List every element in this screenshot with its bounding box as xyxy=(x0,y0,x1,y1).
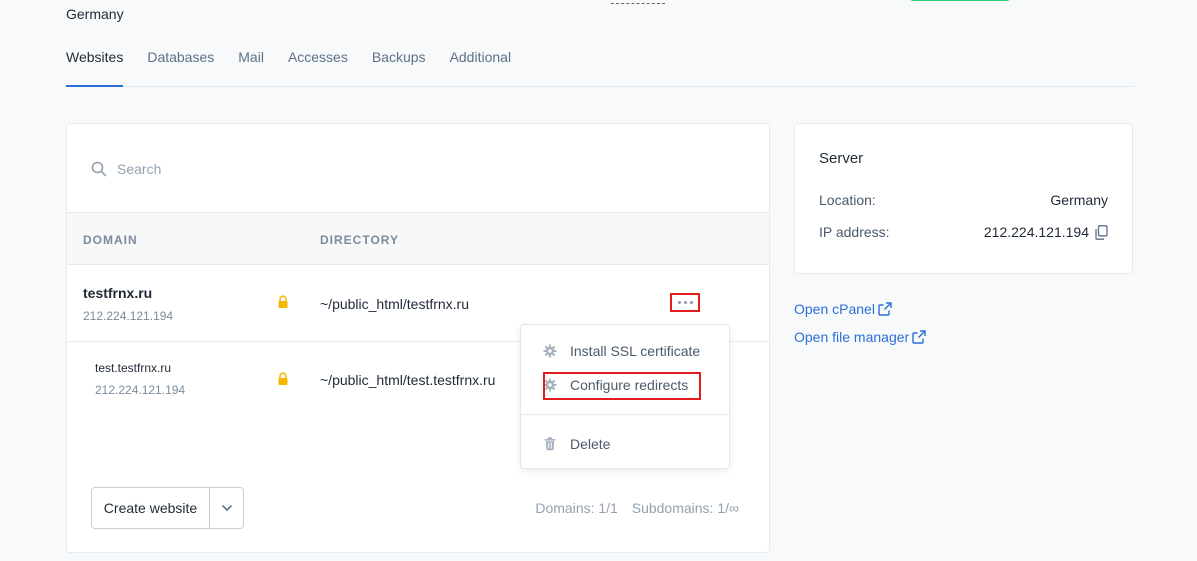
search-icon xyxy=(91,161,107,177)
menu-item-delete[interactable]: Delete xyxy=(543,432,610,456)
server-title: Server xyxy=(819,150,864,167)
server-location-row: Location: Germany xyxy=(819,192,1108,208)
quota-counts: Domains: 1/1 Subdomains: 1/∞ xyxy=(535,500,739,516)
directory-path: ~/public_html/test.testfrnx.ru xyxy=(320,372,496,388)
card-footer: Create website Domains: 1/1 Subdomains: … xyxy=(67,487,769,529)
dot-icon xyxy=(677,301,681,304)
external-link-icon xyxy=(878,302,892,316)
domain-name[interactable]: testfrnx.ru xyxy=(83,285,152,301)
menu-item-label: Install SSL certificate xyxy=(570,343,701,359)
gear-icon xyxy=(543,378,557,392)
dot-icon xyxy=(689,301,693,304)
location-text: Germany xyxy=(1050,192,1108,208)
header-partial-link[interactable] xyxy=(611,0,665,4)
link-label: Open cPanel xyxy=(794,301,875,317)
external-link-icon xyxy=(912,330,926,344)
link-label: Open file manager xyxy=(794,329,910,345)
row-actions-button[interactable] xyxy=(670,293,700,312)
tab-databases[interactable]: Databases xyxy=(147,40,214,87)
tab-bar: Websites Databases Mail Accesses Backups… xyxy=(66,40,1134,87)
row-actions-menu: Install SSL certificate Configure redire… xyxy=(520,324,730,469)
tab-backups[interactable]: Backups xyxy=(372,40,426,87)
ip-label: IP address: xyxy=(819,224,890,240)
header-location: Germany xyxy=(66,6,124,22)
search-input[interactable] xyxy=(117,157,517,181)
dot-icon xyxy=(683,301,687,304)
domains-count: Domains: 1/1 xyxy=(535,500,618,516)
domain-ip: 212.224.121.194 xyxy=(83,309,174,323)
server-card: Server Location: Germany IP address: 212… xyxy=(794,123,1133,274)
create-website-button-group: Create website xyxy=(91,487,244,529)
search-bar xyxy=(67,124,769,213)
tab-mail[interactable]: Mail xyxy=(238,40,264,87)
chevron-down-icon xyxy=(221,505,232,511)
header-partial-button[interactable] xyxy=(910,0,1010,1)
create-website-button[interactable]: Create website xyxy=(92,488,210,528)
menu-item-label: Delete xyxy=(570,436,611,452)
tab-additional[interactable]: Additional xyxy=(450,40,512,87)
menu-item-configure-redirects[interactable]: Configure redirects xyxy=(543,373,688,397)
menu-item-install-ssl[interactable]: Install SSL certificate xyxy=(543,339,700,363)
ip-value: 212.224.121.194 xyxy=(984,224,1108,240)
menu-divider xyxy=(521,414,729,415)
create-options-toggle[interactable] xyxy=(210,488,243,528)
copy-icon[interactable] xyxy=(1095,224,1108,240)
tab-websites[interactable]: Websites xyxy=(66,40,124,87)
table-header: DOMAIN DIRECTORY xyxy=(67,213,769,265)
column-header-directory: DIRECTORY xyxy=(320,233,400,247)
location-value: Germany xyxy=(1050,192,1108,208)
gear-icon xyxy=(543,344,557,358)
lock-icon xyxy=(278,372,288,385)
lock-icon xyxy=(278,295,288,308)
trash-icon xyxy=(543,437,557,451)
subdomains-count: Subdomains: 1/∞ xyxy=(631,500,739,516)
location-label: Location: xyxy=(819,192,876,208)
directory-path: ~/public_html/testfrnx.ru xyxy=(320,296,470,312)
column-header-domain: DOMAIN xyxy=(83,233,138,247)
domain-ip: 212.224.121.194 xyxy=(95,383,186,397)
server-ip-row: IP address: 212.224.121.194 xyxy=(819,224,1108,240)
tab-accesses[interactable]: Accesses xyxy=(288,40,348,87)
ip-text: 212.224.121.194 xyxy=(983,224,1089,240)
open-file-manager-link[interactable]: Open file manager xyxy=(794,329,926,345)
open-cpanel-link[interactable]: Open cPanel xyxy=(794,301,892,317)
subdomain-name[interactable]: test.testfrnx.ru xyxy=(95,361,171,375)
menu-item-label: Configure redirects xyxy=(570,377,689,393)
